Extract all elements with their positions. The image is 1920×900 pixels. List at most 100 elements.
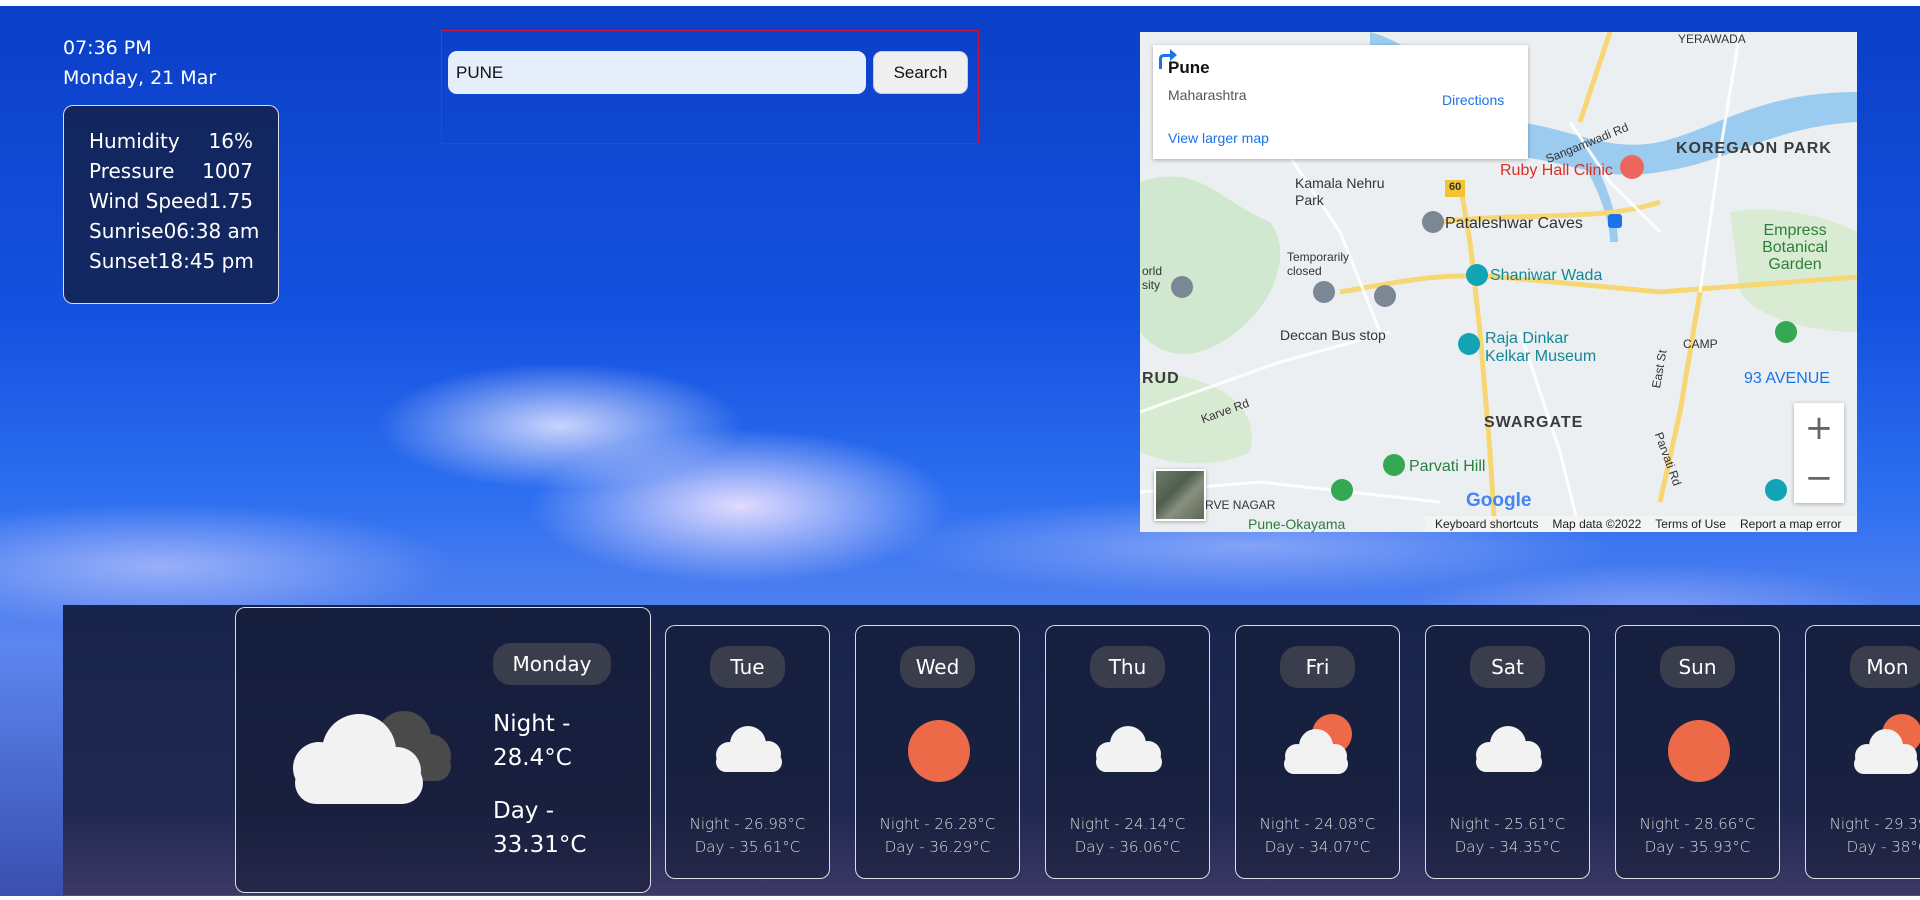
report-map-error-link[interactable]: Report a map error xyxy=(1740,516,1841,532)
today-night-temp: Night - 28.4°C xyxy=(493,711,572,771)
map-label-raja-kelkar: Raja Dinkar Kelkar Museum xyxy=(1485,330,1597,365)
datetime: 07:36 PM Monday, 21 Mar xyxy=(63,33,216,93)
forecast-day-temp: Day - 38°C xyxy=(1846,838,1920,856)
forecast-temps: Night - 26.28°C Day - 36.29°C xyxy=(856,813,1019,859)
map-label-temp-closed: Temporarily closed xyxy=(1287,250,1350,278)
cloud-icon xyxy=(1096,726,1162,772)
stat-label: Sunrise xyxy=(89,219,164,243)
sun-cloud-icon xyxy=(1284,714,1352,774)
stat-value: 06:38 am xyxy=(163,219,260,243)
embedded-map[interactable]: YERAWADA Sangamwadi Rd KOREGAON PARK Rub… xyxy=(1140,32,1857,532)
forecast-temps: Night - 24.14°C Day - 36.06°C xyxy=(1046,813,1209,859)
search-form: Search xyxy=(441,30,979,144)
map-label-koregaon: KOREGAON PARK xyxy=(1676,140,1832,157)
map-attribution: Keyboard shortcuts Map data ©2022 Terms … xyxy=(1425,516,1857,532)
forecast-card-sat: Sat Night - 25.61°C Day - 34.35°C xyxy=(1425,625,1590,879)
google-logo: Google xyxy=(1466,490,1531,512)
forecast-strip: Monday Night - 28.4°C Day - 33.31°C Tue … xyxy=(63,605,1920,895)
cloudy-night-icon xyxy=(293,711,451,804)
forecast-day-label: Wed xyxy=(900,646,975,688)
stat-value: 1.75 xyxy=(208,189,253,213)
forecast-day-label: Thu xyxy=(1090,646,1165,688)
map-label-yerawada: YERAWADA xyxy=(1678,32,1746,46)
forecast-day-label: Fri xyxy=(1280,646,1355,688)
zoom-out-button[interactable]: − xyxy=(1794,453,1844,503)
current-time: 07:36 PM xyxy=(63,37,152,59)
map-place-card: Pune Maharashtra View larger map Directi… xyxy=(1153,45,1528,159)
search-button[interactable]: Search xyxy=(873,51,968,94)
map-label-parvati-hill: Parvati Hill xyxy=(1409,458,1486,475)
forecast-night-temp: Night - 24.14°C xyxy=(1069,815,1186,833)
forecast-day-label: Sat xyxy=(1470,646,1545,688)
directions-icon[interactable] xyxy=(1153,45,1179,71)
map-label-shaniwar: Shaniwar Wada xyxy=(1490,267,1603,284)
today-day-label: Monday xyxy=(493,643,611,685)
forecast-card-tue: Tue Night - 26.98°C Day - 35.61°C xyxy=(665,625,830,879)
forecast-night-temp: Night - 29.39°C xyxy=(1829,815,1920,833)
forecast-temps: Night - 29.39°C Day - 38°C xyxy=(1806,813,1920,859)
satellite-toggle-button[interactable] xyxy=(1154,469,1206,521)
forecast-temps: Night - 26.98°C Day - 35.61°C xyxy=(666,813,829,859)
forecast-temps: Night - 28.66°C Day - 35.93°C xyxy=(1616,813,1779,859)
map-label-world-university: orld sity xyxy=(1142,264,1163,292)
forecast-card-fri: Fri Night - 24.08°C Day - 34.07°C xyxy=(1235,625,1400,879)
forecast-day-temp: Day - 35.61°C xyxy=(694,838,801,856)
sun-cloud-icon xyxy=(1854,714,1920,774)
forecast-temps: Night - 24.08°C Day - 34.07°C xyxy=(1236,813,1399,859)
map-data-text: Map data ©2022 xyxy=(1552,517,1642,531)
stat-value: 1007 xyxy=(202,159,253,183)
cloud-icon xyxy=(716,726,782,772)
weather-stats-card: Humidity 16% Pressure 1007 Wind Speed 1.… xyxy=(63,105,279,304)
map-label-swargate: SWARGATE xyxy=(1484,414,1584,431)
view-larger-map-link[interactable]: View larger map xyxy=(1168,130,1269,146)
map-label-deccan: Deccan Bus stop xyxy=(1280,327,1386,343)
stat-label: Pressure xyxy=(89,159,175,183)
stat-label: Humidity xyxy=(89,129,180,153)
google-logo-text: Google xyxy=(1466,490,1532,511)
stat-value: 18:45 pm xyxy=(157,249,254,273)
forecast-day-temp: Day - 34.07°C xyxy=(1264,838,1371,856)
directions-link[interactable]: Directions xyxy=(1442,92,1504,108)
stat-sunrise: Sunrise 06:38 am xyxy=(89,216,259,246)
forecast-temps: Night - 25.61°C Day - 34.35°C xyxy=(1426,813,1589,859)
map-label-ruby-hall: Ruby Hall Clinic xyxy=(1500,162,1613,179)
map-label-karve-nagar: RVE NAGAR xyxy=(1205,498,1276,512)
stat-value: 16% xyxy=(208,129,253,153)
forecast-day-label: Tue xyxy=(710,646,785,688)
map-label-rud: RUD xyxy=(1142,370,1180,387)
today-forecast-card: Monday Night - 28.4°C Day - 33.31°C xyxy=(235,607,651,893)
zoom-in-button[interactable]: + xyxy=(1794,403,1844,453)
cloud-icon xyxy=(1476,726,1542,772)
terms-of-use-link[interactable]: Terms of Use xyxy=(1655,516,1726,532)
today-day-temp: Day - 33.31°C xyxy=(493,798,587,858)
forecast-day-label: Sun xyxy=(1660,646,1735,688)
forecast-day-temp: Day - 36.06°C xyxy=(1074,838,1181,856)
sun-icon xyxy=(1668,720,1730,782)
forecast-card-thu: Thu Night - 24.14°C Day - 36.06°C xyxy=(1045,625,1210,879)
stat-wind-speed: Wind Speed 1.75 xyxy=(89,186,253,216)
forecast-night-temp: Night - 24.08°C xyxy=(1259,815,1376,833)
keyboard-shortcuts-link[interactable]: Keyboard shortcuts xyxy=(1435,516,1538,532)
forecast-night-temp: Night - 28.66°C xyxy=(1639,815,1756,833)
map-label-pataleshwar: Pataleshwar Caves xyxy=(1445,215,1583,232)
city-search-input[interactable] xyxy=(448,51,866,94)
sun-icon xyxy=(908,720,970,782)
map-route-60: 60 xyxy=(1449,181,1462,193)
map-label-93-avenue: 93 AVENUE xyxy=(1744,370,1830,387)
map-label-pune-okayama: Pune-Okayama xyxy=(1248,516,1346,532)
map-zoom-control: + − xyxy=(1794,403,1844,503)
forecast-card-wed: Wed Night - 26.28°C Day - 36.29°C xyxy=(855,625,1020,879)
stat-humidity: Humidity 16% xyxy=(89,126,253,156)
forecast-night-temp: Night - 26.28°C xyxy=(879,815,996,833)
forecast-day-temp: Day - 36.29°C xyxy=(884,838,991,856)
forecast-day-temp: Day - 35.93°C xyxy=(1644,838,1751,856)
forecast-card-mon: Mon Night - 29.39°C Day - 38°C xyxy=(1805,625,1920,879)
forecast-night-temp: Night - 25.61°C xyxy=(1449,815,1566,833)
forecast-card-sun: Sun Night - 28.66°C Day - 35.93°C xyxy=(1615,625,1780,879)
forecast-night-temp: Night - 26.98°C xyxy=(689,815,806,833)
stat-sunset: Sunset 18:45 pm xyxy=(89,246,254,276)
map-label-camp: CAMP xyxy=(1683,337,1718,351)
stat-label: Wind Speed xyxy=(89,189,209,213)
map-label-empress: Empress Botanical Garden xyxy=(1762,222,1828,273)
stat-label: Sunset xyxy=(89,249,158,273)
